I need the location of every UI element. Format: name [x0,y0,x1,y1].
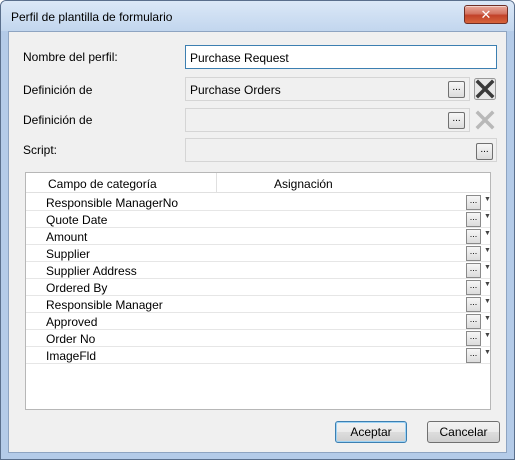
row-dropdown-icon[interactable]: ▼ [484,281,491,288]
table-row[interactable]: Responsible Manager ... ▼ [26,296,491,313]
row-browse-button[interactable]: ... [466,263,481,278]
row-dropdown-icon[interactable]: ▼ [484,315,491,322]
script-browse-button[interactable]: ... [476,143,493,160]
table-row[interactable]: Approved ... ▼ [26,313,491,330]
definition1-browse-button[interactable]: ... [448,81,465,98]
row-browse-button[interactable]: ... [466,246,481,261]
row-field-name: Supplier [46,247,91,261]
script-label: Script: [23,143,58,157]
row-dropdown-icon[interactable]: ▼ [484,298,491,305]
dialog-client-area: Nombre del perfil: Purchase Request Defi… [8,31,507,453]
definition2-field [185,108,470,132]
row-browse-button[interactable]: ... [466,348,481,363]
category-mapping-grid[interactable]: Campo de categoría Asignación Responsibl… [25,172,491,410]
cancel-button[interactable]: Cancelar [427,421,500,443]
table-row[interactable]: Supplier Address ... ▼ [26,262,491,279]
profile-name-input[interactable]: Purchase Request [185,45,497,69]
dialog-window: Perfil de plantilla de formulario ✕ Nomb… [0,0,515,460]
definition1-value: Purchase Orders [190,83,281,97]
column-header-category-field[interactable]: Campo de categoría [48,177,157,191]
row-dropdown-icon[interactable]: ▼ [484,264,491,271]
grid-header: Campo de categoría Asignación [26,173,490,193]
definition1-label: Definición de [23,83,93,97]
title-bar[interactable]: Perfil de plantilla de formulario ✕ [1,1,514,31]
row-dropdown-icon[interactable]: ▼ [484,196,491,203]
row-field-name: Ordered By [46,281,108,295]
close-button[interactable]: ✕ [464,5,508,24]
row-field-name: Responsible Manager [46,298,163,312]
accept-button[interactable]: Aceptar [335,421,407,443]
row-dropdown-icon[interactable]: ▼ [484,230,491,237]
row-browse-button[interactable]: ... [466,195,481,210]
row-browse-button[interactable]: ... [466,297,481,312]
table-row[interactable]: Responsible ManagerNo ... ▼ [26,194,491,211]
table-row[interactable]: Amount ... ▼ [26,228,491,245]
row-field-name: ImageFld [46,349,97,363]
row-dropdown-icon[interactable]: ▼ [484,213,491,220]
profile-name-label: Nombre del perfil: [23,50,118,64]
window-title: Perfil de plantilla de formulario [11,10,173,24]
table-row[interactable]: Supplier ... ▼ [26,245,491,262]
table-row[interactable]: Quote Date ... ▼ [26,211,491,228]
profile-name-value: Purchase Request [190,51,289,65]
table-row[interactable]: Order No ... ▼ [26,330,491,347]
definition2-label: Definición de [23,113,93,127]
row-field-name: Approved [46,315,98,329]
row-browse-button[interactable]: ... [466,331,481,346]
row-field-name: Supplier Address [46,264,137,278]
row-dropdown-icon[interactable]: ▼ [484,349,491,356]
row-dropdown-icon[interactable]: ▼ [484,332,491,339]
row-field-name: Order No [46,332,96,346]
clear-x-disabled-icon [475,110,495,130]
column-header-assignment[interactable]: Asignación [274,177,333,191]
definition1-field: Purchase Orders [185,77,470,101]
definition2-browse-button[interactable]: ... [448,112,465,129]
script-field [185,138,497,162]
row-field-name: Amount [46,230,88,244]
table-row[interactable]: Ordered By ... ▼ [26,279,491,296]
row-browse-button[interactable]: ... [466,280,481,295]
row-browse-button[interactable]: ... [466,229,481,244]
row-browse-button[interactable]: ... [466,314,481,329]
table-row[interactable]: ImageFld ... ▼ [26,347,491,364]
column-divider[interactable] [216,173,217,193]
row-field-name: Responsible ManagerNo [46,196,179,210]
row-browse-button[interactable]: ... [466,212,481,227]
clear-x-icon[interactable] [474,78,496,100]
row-dropdown-icon[interactable]: ▼ [484,247,491,254]
row-field-name: Quote Date [46,213,108,227]
